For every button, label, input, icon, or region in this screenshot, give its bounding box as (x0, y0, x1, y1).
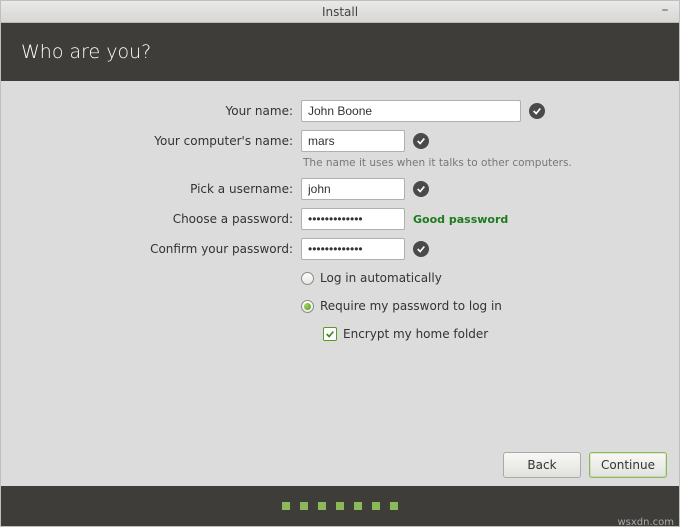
radio-icon (301, 300, 314, 313)
username-label: Pick a username: (21, 177, 301, 201)
progress-dot (390, 502, 398, 510)
hostname-label: Your computer's name: (21, 129, 301, 153)
install-window: Install – Who are you? Your name: Your c… (0, 0, 680, 527)
encrypt-home-label: Encrypt my home folder (343, 327, 488, 341)
progress-dot (300, 502, 308, 510)
password-strength: Good password (413, 213, 508, 226)
password-label: Choose a password: (21, 207, 301, 231)
name-input[interactable] (301, 100, 521, 122)
password-input[interactable] (301, 208, 405, 230)
button-bar: Back Continue (503, 452, 667, 478)
progress-dot (354, 502, 362, 510)
back-button[interactable]: Back (503, 452, 581, 478)
encrypt-home-option[interactable]: Encrypt my home folder (301, 323, 659, 345)
check-icon (413, 181, 429, 197)
continue-button[interactable]: Continue (589, 452, 667, 478)
progress-dot (372, 502, 380, 510)
login-auto-option[interactable]: Log in automatically (301, 267, 659, 289)
titlebar: Install – (1, 1, 679, 23)
hostname-hint: The name it uses when it talks to other … (301, 157, 659, 169)
progress-footer (1, 486, 679, 526)
page-header: Who are you? (1, 23, 679, 81)
username-input[interactable] (301, 178, 405, 200)
check-icon (413, 241, 429, 257)
check-icon (413, 133, 429, 149)
minimize-button[interactable]: – (657, 4, 673, 18)
page-title: Who are you? (21, 41, 151, 63)
confirm-input[interactable] (301, 238, 405, 260)
progress-dot (336, 502, 344, 510)
checkbox-icon (323, 327, 337, 341)
login-password-option[interactable]: Require my password to log in (301, 295, 659, 317)
hostname-input[interactable] (301, 130, 405, 152)
login-password-label: Require my password to log in (320, 299, 502, 313)
window-title: Install (322, 5, 358, 19)
content-area: Your name: Your computer's name: The nam… (1, 81, 679, 486)
progress-dot (282, 502, 290, 510)
login-auto-label: Log in automatically (320, 271, 442, 285)
confirm-label: Confirm your password: (21, 237, 301, 261)
radio-icon (301, 272, 314, 285)
user-form: Your name: Your computer's name: The nam… (21, 99, 659, 345)
check-icon (529, 103, 545, 119)
progress-dot (318, 502, 326, 510)
watermark: wsxdn.com (617, 517, 674, 528)
name-label: Your name: (21, 99, 301, 123)
